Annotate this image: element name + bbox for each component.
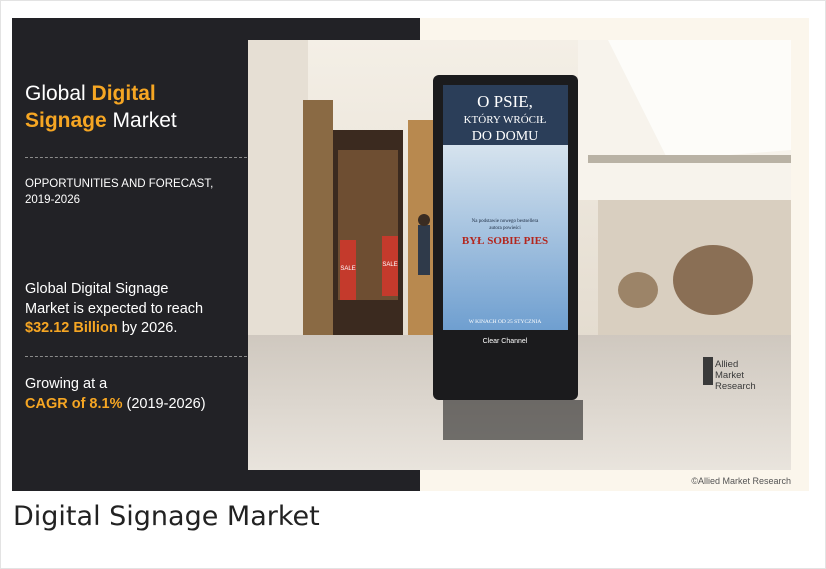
divider bbox=[25, 356, 247, 357]
kiosk-release: W KINACH OD 25 STYCZNIA bbox=[469, 319, 542, 325]
reach-line2: Market is expected to reach bbox=[25, 300, 204, 317]
cagr-text: Growing at a CAGR of 8.1% (2019-2026) bbox=[25, 375, 260, 414]
banner-title: Global Digital Signage Market bbox=[25, 80, 177, 134]
kiosk-headline-1: O PSIE, bbox=[477, 92, 533, 111]
cagr-line1: Growing at a bbox=[25, 376, 108, 392]
copyright-notice: ©Allied Market Research bbox=[691, 476, 791, 486]
kiosk-small-2: autora powieści bbox=[489, 226, 521, 231]
kiosk-small-1: Na podstawie nowego bestsellera bbox=[472, 219, 540, 224]
logo-text-3: Research bbox=[715, 381, 756, 392]
kiosk-book-title: BYŁ SOBIE PIES bbox=[462, 235, 548, 247]
kiosk-brand: Clear Channel bbox=[483, 338, 528, 345]
wood-column bbox=[303, 100, 333, 345]
title-market: Market bbox=[112, 109, 177, 132]
logo-text-2: Market bbox=[715, 370, 744, 381]
kiosk-base bbox=[443, 400, 583, 440]
market-reach-text: Global Digital Signage Market is expecte… bbox=[25, 280, 253, 339]
logo-text-1: Allied bbox=[715, 359, 738, 370]
subtitle-line2: 2019-2026 bbox=[25, 194, 80, 206]
reach-suffix: by 2026. bbox=[121, 320, 178, 336]
left-wall bbox=[248, 40, 308, 340]
title-signage: Signage bbox=[25, 109, 107, 132]
reach-value: $32.12 Billion bbox=[25, 320, 118, 336]
cagr-value: CAGR of 8.1% bbox=[25, 395, 123, 412]
divider bbox=[25, 157, 247, 158]
reach-line1: Global Digital Signage bbox=[25, 281, 169, 297]
kiosk-headline-3: DO DOMU bbox=[472, 129, 539, 144]
cagr-period: (2019-2026) bbox=[126, 395, 206, 412]
logo-mark bbox=[703, 357, 713, 385]
image-card: Global Digital Signage Market OPPORTUNIT… bbox=[0, 0, 826, 569]
kiosk-headline-2: KTÓRY WRÓCIŁ bbox=[464, 114, 547, 126]
title-digital: Digital bbox=[91, 82, 156, 105]
shopper-figure bbox=[418, 225, 430, 275]
sale-label-left: SALE bbox=[340, 266, 355, 272]
shopper-head bbox=[418, 214, 430, 226]
sale-label-right: SALE bbox=[382, 262, 397, 268]
title-global: Global bbox=[25, 82, 86, 105]
image-caption[interactable]: Digital Signage Market bbox=[13, 497, 320, 537]
mall-photo: SALE SALE O PSIE, KTÓRY WRÓCIŁ DO DOMU N… bbox=[248, 40, 791, 470]
cafe-chair-2 bbox=[618, 272, 658, 308]
subtitle-line1: OPPORTUNITIES AND FORECAST, bbox=[25, 178, 214, 190]
infographic-banner[interactable]: Global Digital Signage Market OPPORTUNIT… bbox=[12, 18, 809, 491]
forecast-subtitle: OPPORTUNITIES AND FORECAST, 2019-2026 bbox=[25, 176, 235, 208]
cafe-chair bbox=[673, 245, 753, 315]
upper-balcony bbox=[588, 155, 791, 163]
